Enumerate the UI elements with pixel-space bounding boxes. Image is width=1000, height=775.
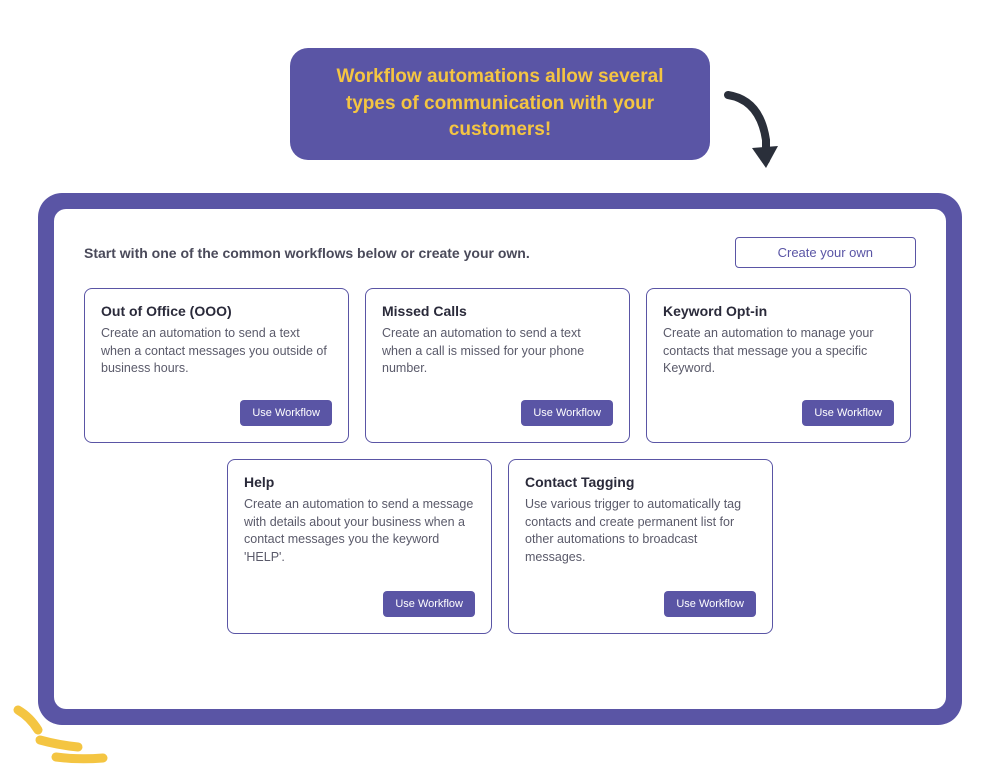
cards-row-1: Out of Office (OOO) Create an automation… [84, 288, 916, 443]
workflow-card-keyword-optin: Keyword Opt-in Create an automation to m… [646, 288, 911, 443]
cards-row-2: Help Create an automation to send a mess… [84, 459, 916, 634]
card-desc: Create an automation to send a text when… [101, 325, 332, 378]
card-desc: Create an automation to send a message w… [244, 496, 475, 566]
use-workflow-button[interactable]: Use Workflow [521, 400, 613, 426]
arrow-icon [720, 90, 780, 180]
workflow-card-contact-tagging: Contact Tagging Use various trigger to a… [508, 459, 773, 634]
panel-instruction: Start with one of the common workflows b… [84, 245, 530, 261]
card-desc: Create an automation to send a text when… [382, 325, 613, 378]
panel-header: Start with one of the common workflows b… [84, 237, 916, 268]
callout-bubble: Workflow automations allow several types… [290, 48, 710, 160]
card-title: Help [244, 474, 475, 490]
use-workflow-button[interactable]: Use Workflow [664, 591, 756, 617]
panel-inner: Start with one of the common workflows b… [54, 209, 946, 709]
workflow-card-ooo: Out of Office (OOO) Create an automation… [84, 288, 349, 443]
use-workflow-button[interactable]: Use Workflow [802, 400, 894, 426]
sparkle-icon [8, 685, 118, 775]
card-title: Out of Office (OOO) [101, 303, 332, 319]
panel-wrapper: Start with one of the common workflows b… [38, 193, 962, 725]
card-title: Keyword Opt-in [663, 303, 894, 319]
card-desc: Use various trigger to automatically tag… [525, 496, 756, 566]
card-title: Missed Calls [382, 303, 613, 319]
card-title: Contact Tagging [525, 474, 756, 490]
card-desc: Create an automation to manage your cont… [663, 325, 894, 378]
workflow-card-help: Help Create an automation to send a mess… [227, 459, 492, 634]
callout-container: Workflow automations allow several types… [290, 48, 710, 160]
use-workflow-button[interactable]: Use Workflow [383, 591, 475, 617]
workflow-card-missed-calls: Missed Calls Create an automation to sen… [365, 288, 630, 443]
create-your-own-button[interactable]: Create your own [735, 237, 916, 268]
callout-text: Workflow automations allow several types… [337, 66, 664, 140]
use-workflow-button[interactable]: Use Workflow [240, 400, 332, 426]
